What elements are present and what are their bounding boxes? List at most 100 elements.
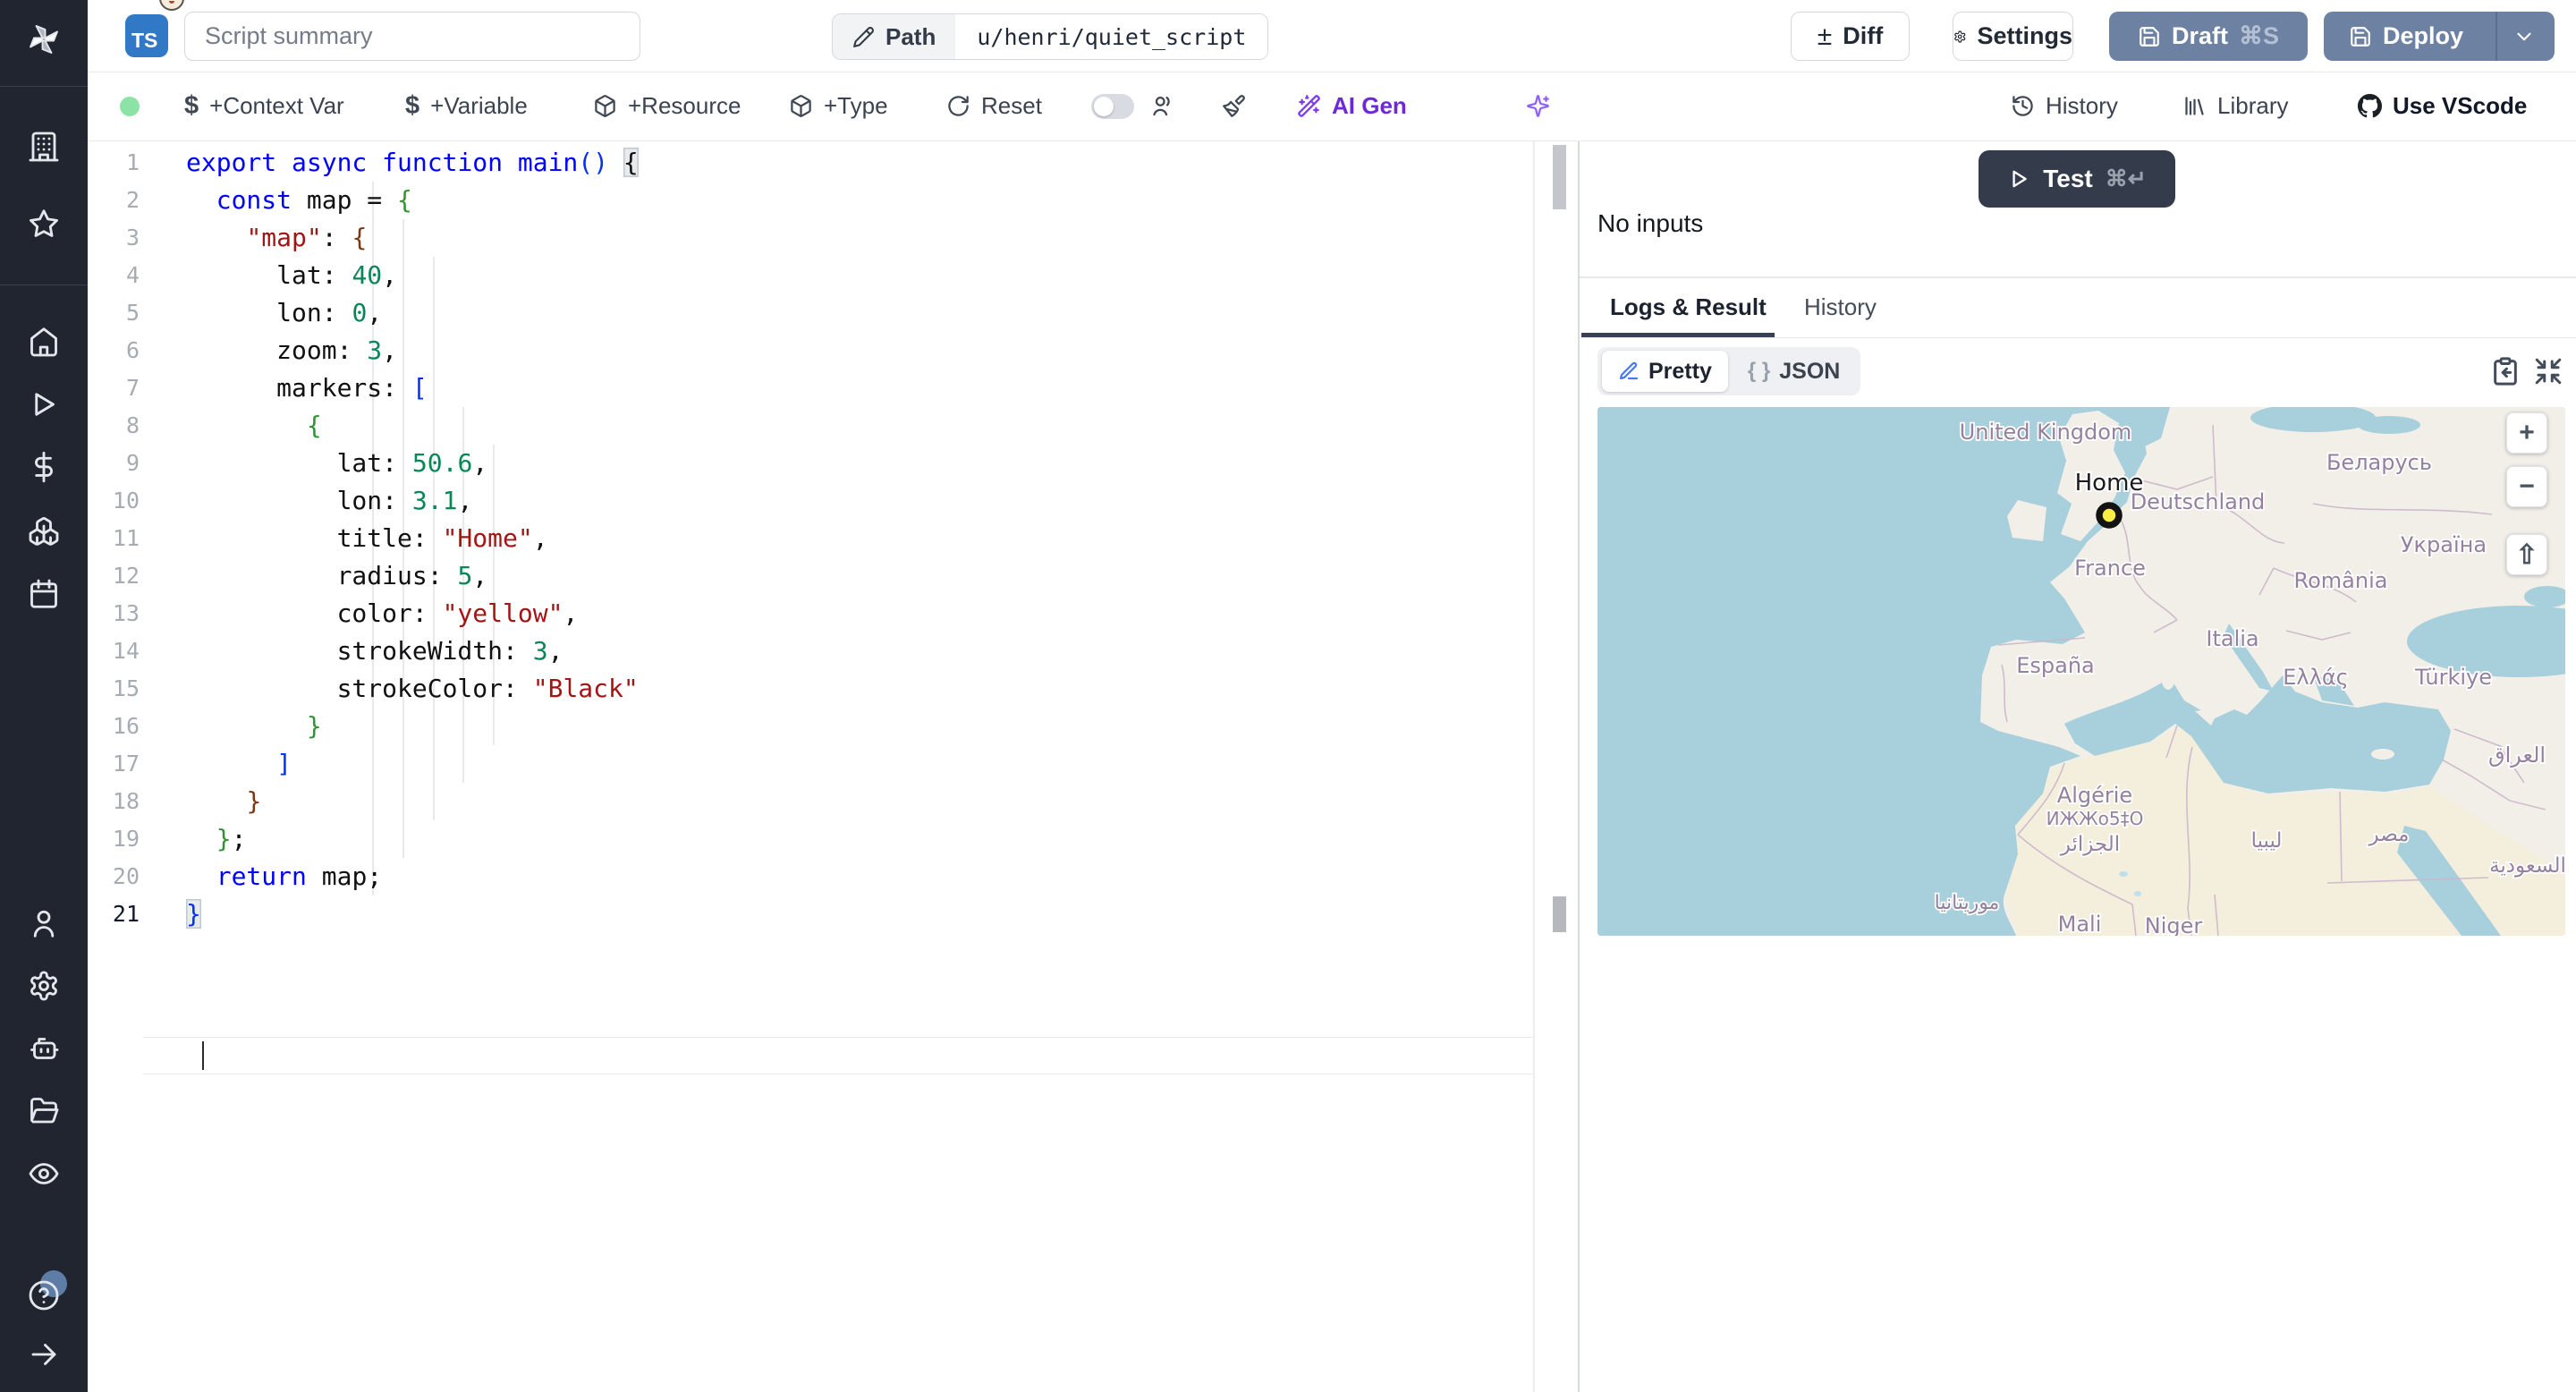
sidebar-item-help help-icon[interactable] bbox=[28, 1270, 67, 1311]
copy-result-button clipboard-icon[interactable] bbox=[2490, 356, 2521, 386]
map-marker-title: Home bbox=[2075, 470, 2144, 497]
result-map[interactable]: United Kingdom Беларусь Deutschland Україна… bbox=[1597, 407, 2565, 936]
add-resource-button[interactable]: +Resource bbox=[593, 72, 741, 140]
sidebar-item-folders folder-icon[interactable] bbox=[28, 1095, 60, 1127]
tab-logs-result[interactable]: Logs & Result bbox=[1610, 277, 1767, 336]
history-label: History bbox=[2046, 92, 2118, 119]
map-country-label: Türkiye bbox=[2414, 665, 2492, 690]
save-icon bbox=[2351, 26, 2370, 47]
code-content[interactable]: export async function main() { const map… bbox=[186, 144, 639, 933]
code-line[interactable]: lon: 0, bbox=[186, 294, 639, 332]
sidebar-item-audit eye-icon[interactable] bbox=[28, 1158, 60, 1190]
code-line[interactable]: { bbox=[186, 407, 639, 445]
code-line[interactable]: lat: 40, bbox=[186, 257, 639, 294]
collaborators-button users-icon[interactable] bbox=[1150, 72, 1174, 140]
map-zoom-out-button[interactable]: − bbox=[2506, 466, 2547, 507]
code-editor[interactable]: 1 2 3 4 5 6 7 8 9 10 11 12 13 14 15 16 17 18 19 20 21 export… bbox=[88, 141, 1578, 1392]
line-number: 10 bbox=[112, 488, 140, 514]
sidebar-divider bbox=[0, 86, 88, 87]
code-line[interactable]: zoom: 3, bbox=[186, 332, 639, 369]
deploy-main[interactable]: Deploy bbox=[2327, 12, 2485, 61]
summary-input[interactable] bbox=[184, 12, 640, 61]
code-line[interactable]: markers: [ bbox=[186, 369, 639, 407]
line-number: 20 bbox=[112, 863, 140, 889]
code-line[interactable]: } bbox=[186, 895, 639, 933]
sidebar-item-workers robot-icon[interactable] bbox=[28, 1032, 60, 1065]
code-line[interactable]: } bbox=[186, 783, 639, 820]
topbar: TS Path u/henri/quiet_script ± Diff Sett… bbox=[88, 0, 2576, 72]
sidebar-item-settings gear-icon[interactable] bbox=[28, 970, 60, 1002]
braces-icon: { } bbox=[1747, 359, 1771, 383]
view-mode-pretty[interactable]: Pretty bbox=[1602, 351, 1728, 392]
add-type-button[interactable]: +Type bbox=[789, 72, 888, 140]
line-number: 12 bbox=[112, 563, 140, 589]
history-button[interactable]: History bbox=[2011, 72, 2118, 140]
map-country-label: Deutschland bbox=[2131, 489, 2266, 514]
map-fit-extent-button[interactable]: ⇧ bbox=[2506, 534, 2547, 575]
diff-button[interactable]: ± Diff bbox=[1791, 12, 1910, 61]
wand-icon bbox=[1298, 95, 1320, 117]
tab-history[interactable]: History bbox=[1804, 277, 1877, 336]
draft-shortcut: ⌘S bbox=[2239, 22, 2280, 49]
dollar-icon: $ bbox=[184, 91, 199, 120]
view-mode-json[interactable]: { } JSON bbox=[1732, 351, 1856, 392]
add-context-var-button[interactable]: $ +Context Var bbox=[184, 72, 344, 140]
use-vscode-button[interactable]: Use VScode bbox=[2358, 72, 2527, 140]
gear-icon bbox=[1954, 30, 1966, 43]
code-line[interactable]: lat: 50.6, bbox=[186, 445, 639, 482]
map-country-label: ليبيا bbox=[2251, 829, 2283, 853]
map-marker-home[interactable] bbox=[2096, 502, 2123, 529]
code-line[interactable]: lon: 3.1, bbox=[186, 482, 639, 520]
sidebar-divider bbox=[0, 284, 88, 285]
line-number: 11 bbox=[112, 525, 140, 551]
library-button[interactable]: Library bbox=[2182, 72, 2288, 140]
format-button paintbrush-icon[interactable] bbox=[1222, 72, 1246, 140]
code-line[interactable]: ] bbox=[186, 745, 639, 783]
code-line[interactable]: title: "Home", bbox=[186, 520, 639, 557]
path-field[interactable]: Path u/henri/quiet_script bbox=[832, 13, 1269, 60]
active-tab-underline bbox=[1581, 333, 1775, 337]
line-number: 4 bbox=[125, 262, 140, 288]
sidebar-item-runs play-icon[interactable] bbox=[28, 388, 60, 420]
reset-button[interactable]: Reset bbox=[946, 72, 1042, 140]
draft-button[interactable]: Draft ⌘S bbox=[2109, 12, 2308, 61]
windmill-logo-icon[interactable] bbox=[28, 23, 60, 55]
code-line[interactable]: export async function main() { bbox=[186, 144, 639, 182]
map-country-label: România bbox=[2294, 568, 2388, 593]
map-zoom-in-button[interactable]: + bbox=[2506, 412, 2547, 454]
sidebar-item-users user-icon[interactable] bbox=[28, 907, 60, 939]
ai-gen-button[interactable]: AI Gen bbox=[1297, 72, 1407, 140]
settings-button[interactable]: Settings bbox=[1953, 12, 2073, 61]
pretty-label: Pretty bbox=[1648, 358, 1712, 384]
scrollbar-cursor-marker bbox=[1553, 896, 1566, 932]
line-number: 18 bbox=[112, 788, 140, 814]
sidebar-item-favorites star-icon[interactable] bbox=[28, 208, 60, 240]
line-number: 19 bbox=[112, 826, 140, 852]
add-variable-button[interactable]: $ +Variable bbox=[405, 72, 528, 140]
deploy-dropdown[interactable] bbox=[2496, 12, 2551, 61]
collab-toggle[interactable] bbox=[1091, 94, 1134, 119]
ai-sparkles-button sparkles-icon[interactable] bbox=[1526, 72, 1550, 140]
sidebar-item-variables dollar-icon[interactable] bbox=[28, 451, 60, 483]
code-line[interactable]: } bbox=[186, 708, 639, 745]
editor-toolbar: $ +Context Var $ +Variable +Resource +Ty… bbox=[88, 72, 2576, 141]
sidebar-item-home home-icon[interactable] bbox=[28, 326, 60, 358]
live-status-dot bbox=[120, 97, 140, 116]
test-button[interactable]: Test ⌘↵ bbox=[1979, 150, 2175, 208]
code-line[interactable]: return map; bbox=[186, 858, 639, 895]
code-line[interactable]: strokeWidth: 3, bbox=[186, 632, 639, 670]
line-number: 9 bbox=[125, 450, 140, 476]
code-line[interactable]: strokeColor: "Black" bbox=[186, 670, 639, 708]
deploy-button[interactable]: Deploy bbox=[2324, 12, 2555, 61]
editor-scrollbar-thumb[interactable] bbox=[1553, 145, 1566, 209]
code-line[interactable]: "map": { bbox=[186, 219, 639, 257]
code-line[interactable]: const map = { bbox=[186, 182, 639, 219]
sidebar-item-schedules calendar-icon[interactable] bbox=[28, 578, 60, 610]
code-line[interactable]: color: "yellow", bbox=[186, 595, 639, 632]
expand-result-button expand-icon[interactable] bbox=[2533, 356, 2563, 386]
sidebar-item-resources boxes-icon[interactable] bbox=[28, 515, 60, 547]
sidebar-item-workspace building-icon[interactable] bbox=[28, 131, 60, 163]
code-line[interactable]: radius: 5, bbox=[186, 557, 639, 595]
sidebar-expand arrow-right-icon[interactable] bbox=[28, 1338, 60, 1371]
code-line[interactable]: }; bbox=[186, 820, 639, 858]
